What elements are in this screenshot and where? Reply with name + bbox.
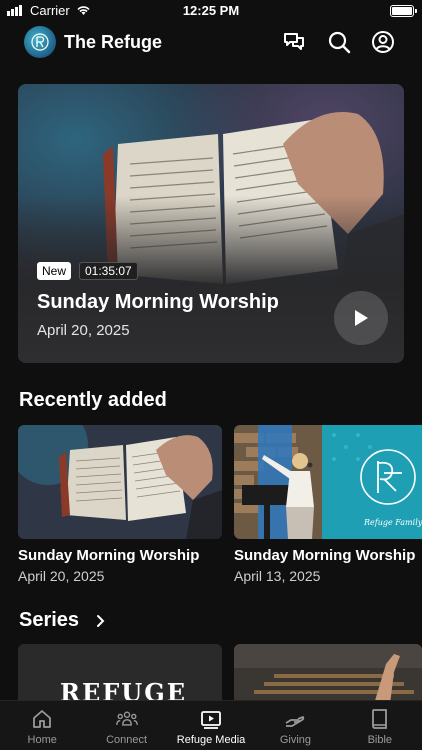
series-heading[interactable]: Series xyxy=(19,609,79,632)
people-icon xyxy=(115,711,138,726)
tab-bible[interactable]: Bible xyxy=(338,701,422,750)
recent-card-2[interactable]: Refuge Family Sunday Morning Worship Apr… xyxy=(234,425,422,584)
recent-card-title: Sunday Morning Worship xyxy=(234,547,416,564)
series-card-1[interactable]: REFUGE xyxy=(18,644,222,704)
play-button[interactable] xyxy=(334,291,388,345)
search-icon[interactable] xyxy=(327,30,351,54)
recent-card-thumbnail xyxy=(18,425,222,539)
app-title: The Refuge xyxy=(64,32,163,52)
church-logo[interactable] xyxy=(24,26,56,58)
book-icon xyxy=(371,709,387,729)
tab-connect-label: Connect xyxy=(106,734,148,746)
recent-card-thumbnail: Refuge Family xyxy=(234,425,422,539)
recent-card-title: Sunday Morning Worship xyxy=(18,547,200,564)
tab-giving-label: Giving xyxy=(279,734,312,746)
play-icon xyxy=(355,310,368,326)
account-icon[interactable] xyxy=(371,30,395,54)
tab-home[interactable]: Home xyxy=(0,701,84,750)
tab-home-label: Home xyxy=(27,734,57,746)
status-time: 12:25 PM xyxy=(182,3,240,18)
recently-added-heading: Recently added xyxy=(19,389,167,411)
chevron-right-icon[interactable] xyxy=(96,614,106,628)
series-card-2[interactable] xyxy=(234,644,422,704)
preacher-thumbnail-image: Refuge Family xyxy=(234,425,422,539)
app-header: The Refuge xyxy=(0,26,422,62)
featured-sermon-card[interactable]: New 01:35:07 Sunday Morning Worship Apri… xyxy=(18,84,404,363)
recent-card-date: April 13, 2025 xyxy=(234,568,321,584)
recent-card-1[interactable]: Sunday Morning Worship April 20, 2025 xyxy=(18,425,222,584)
duration-badge: 01:35:07 xyxy=(79,262,138,280)
bible-thumbnail-image xyxy=(18,425,222,539)
chat-icon[interactable] xyxy=(282,30,306,54)
home-icon xyxy=(33,710,52,728)
battery-icon xyxy=(390,5,417,17)
tab-connect[interactable]: Connect xyxy=(84,701,168,750)
tab-refuge-media-label: Refuge Media xyxy=(176,734,246,746)
giving-hand-icon xyxy=(285,716,305,727)
new-badge: New xyxy=(37,262,72,280)
tab-bible-label: Bible xyxy=(367,734,393,746)
hero-date: April 20, 2025 xyxy=(37,322,130,339)
media-play-icon xyxy=(201,711,221,729)
tab-refuge-media[interactable]: Refuge Media xyxy=(169,701,253,750)
tab-giving[interactable]: Giving xyxy=(253,701,337,750)
bottom-tab-bar: Home Connect Refuge Media Giving Bible xyxy=(0,700,422,750)
logo-mark-icon xyxy=(31,33,49,51)
series-card-2-image xyxy=(234,644,422,704)
svg-text:Refuge Family: Refuge Family xyxy=(363,518,422,527)
hero-title: Sunday Morning Worship xyxy=(37,291,279,313)
recent-card-date: April 20, 2025 xyxy=(18,568,105,584)
status-bar: Carrier 12:25 PM xyxy=(0,0,422,22)
